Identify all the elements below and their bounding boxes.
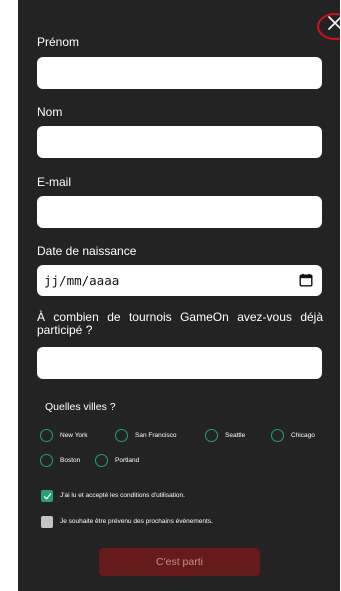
city-option-new-york[interactable]: New York (40, 429, 87, 442)
newsletter-checkbox-row[interactable]: Je souhaite être prévenu des prochains é… (41, 516, 213, 528)
radio-button[interactable] (115, 429, 128, 442)
submit-button[interactable]: C'est parti (99, 548, 260, 576)
first-name-input[interactable] (37, 57, 322, 89)
first-name-label: Prénom (37, 35, 80, 49)
checkmark-icon (43, 492, 51, 499)
registration-modal: Prénom Nom E-mail Date de naissance jj/m… (18, 0, 340, 591)
birthdate-placeholder: jj/mm/aaaa (44, 273, 120, 288)
city-option-portland[interactable]: Portland (95, 454, 139, 467)
city-label: Boston (60, 456, 81, 464)
radio-button[interactable] (95, 454, 108, 467)
city-label: Chicago (291, 431, 315, 439)
city-label: San Francisco (135, 431, 177, 439)
city-option-boston[interactable]: Boston (40, 454, 80, 467)
newsletter-checkbox[interactable] (41, 516, 53, 528)
cities-title: Quelles villes ? (45, 401, 116, 413)
radio-button[interactable] (271, 429, 284, 442)
newsletter-label: Je souhaite être prévenu des prochains é… (60, 518, 213, 525)
tournaments-input[interactable] (37, 347, 322, 379)
birthdate-label: Date de naissance (37, 244, 137, 258)
terms-label: J'ai lu et accepté les conditions d'util… (60, 492, 185, 499)
city-option-chicago[interactable]: Chicago (271, 429, 315, 442)
radio-button[interactable] (40, 454, 53, 467)
tournaments-label: À combien de tournois GameOn avez-vous d… (37, 310, 323, 337)
city-label: New York (60, 431, 88, 439)
terms-checkbox[interactable] (41, 490, 53, 502)
city-label: Portland (115, 456, 140, 464)
last-name-label: Nom (37, 105, 63, 119)
email-label: E-mail (37, 175, 72, 189)
close-icon (328, 16, 340, 30)
calendar-icon[interactable] (299, 273, 313, 287)
city-option-san-francisco[interactable]: San Francisco (115, 429, 177, 442)
terms-checkbox-row[interactable]: J'ai lu et accepté les conditions d'util… (41, 490, 185, 502)
email-input[interactable] (37, 196, 322, 228)
city-option-seattle[interactable]: Seattle (205, 429, 245, 442)
close-button[interactable] (319, 8, 340, 38)
last-name-input[interactable] (37, 126, 322, 158)
radio-button[interactable] (40, 429, 53, 442)
radio-button[interactable] (205, 429, 218, 442)
birthdate-input[interactable]: jj/mm/aaaa (37, 265, 322, 296)
city-label: Seattle (225, 431, 246, 439)
